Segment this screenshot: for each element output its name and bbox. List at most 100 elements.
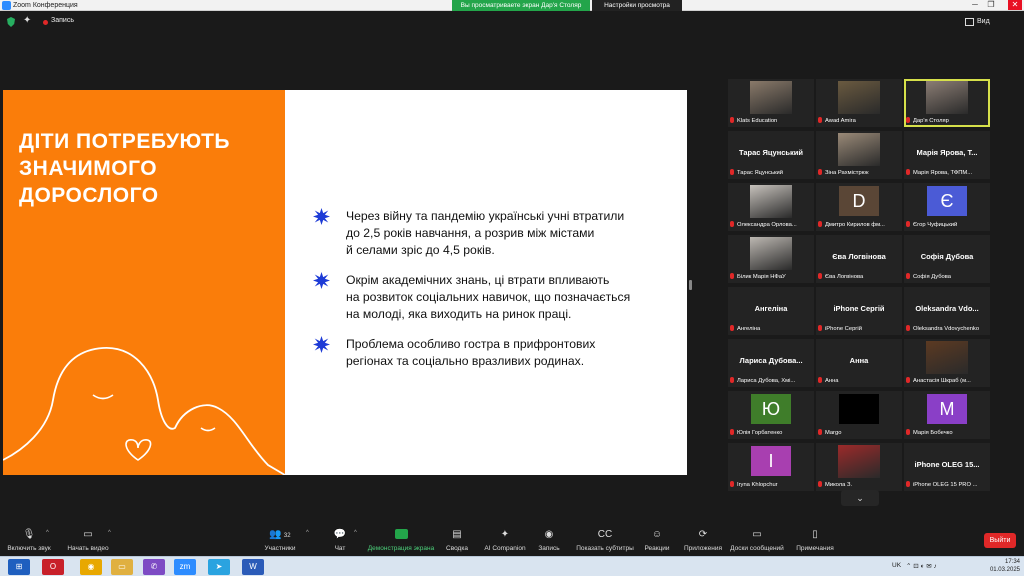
participant-tile[interactable]: Єва Логвінова Єва Логвінова: [816, 235, 902, 283]
reactions-button-label: Реакции: [644, 545, 670, 552]
summary-button[interactable]: ▤ Сводка: [442, 528, 472, 555]
participant-tile[interactable]: М Марія Бобечко: [904, 391, 990, 439]
security-shield-icon[interactable]: [7, 17, 15, 27]
viber-icon[interactable]: ✆: [143, 559, 165, 575]
participant-tile[interactable]: Микола З.: [816, 443, 902, 491]
participant-tile[interactable]: Ангеліна Ангеліна: [728, 287, 814, 335]
maximize-button[interactable]: ❐: [984, 0, 998, 10]
participant-caption-name: Klats Education: [737, 118, 778, 124]
telegram-icon[interactable]: ➤: [208, 559, 230, 575]
toolbar-caret-icon[interactable]: ^: [108, 530, 111, 536]
participant-caption: iPhone OLEG 15 PRO ...: [906, 481, 988, 489]
clock-date: 01.03.2025: [989, 567, 1020, 573]
participant-caption-name: Margo: [825, 430, 842, 436]
whiteboards-button[interactable]: ▭ Доски сообщений: [728, 528, 786, 555]
participant-caption-name: iPhone OLEG 15 PRO ...: [913, 482, 978, 488]
split-drag-handle[interactable]: [689, 280, 692, 290]
apps-button[interactable]: ⟳ Приложения: [682, 528, 724, 555]
participant-caption-name: Олександра Орлова...: [737, 222, 797, 228]
slide-bullet: Через війну та пандемію українські учні …: [313, 208, 683, 259]
participant-caption-name: Дмитро Кирилов фм...: [825, 222, 885, 228]
participant-caption: Зіна Рахмістрюк: [818, 169, 900, 177]
captions-button[interactable]: CC Показать субтитры: [574, 528, 636, 555]
muted-mic-icon: [906, 377, 910, 383]
start-button-icon[interactable]: ⊞: [8, 559, 30, 575]
slide-bullet-line: до 2,5 років навчання, а розрив між міст…: [346, 226, 595, 240]
toolbar-caret-icon[interactable]: ^: [354, 530, 357, 536]
participant-tile[interactable]: Марія Ярова, Т... Марія Ярова, ТФПМ...: [904, 131, 990, 179]
share-screen-button-label: Демонстрация экрана: [367, 545, 435, 552]
participant-display-name: Тарас Яцунський: [738, 148, 804, 157]
participant-display-name: Марія Ярова, Т...: [916, 148, 978, 157]
participant-avatar: М: [927, 394, 967, 424]
muted-mic-icon: [818, 377, 822, 383]
chrome-browser-icon[interactable]: ◉: [80, 559, 102, 575]
ai-sparkle-icon[interactable]: ✦: [23, 15, 31, 26]
participant-tile[interactable]: Ю Юлія Горбатенко: [728, 391, 814, 439]
participant-tile[interactable]: Є Єгор Чуфицький: [904, 183, 990, 231]
notes-icon: ▯: [812, 529, 818, 540]
shared-screen-slide: ДІТИ ПОТРЕБУЮТЬ ЗНАЧИМОГО ДОРОСЛОГО Чере…: [3, 90, 687, 475]
system-clock[interactable]: 17:34 01.03.2025: [984, 558, 1020, 574]
participant-tile[interactable]: iPhone OLEG 15... iPhone OLEG 15 PRO ...: [904, 443, 990, 491]
participant-caption-name: iPhone Сергій: [825, 326, 862, 332]
keyboard-language[interactable]: UK: [892, 562, 901, 569]
start-video-button[interactable]: ▭ Начать видео: [62, 528, 114, 555]
ai-companion-button[interactable]: ✦ AI Companion: [482, 528, 528, 555]
share-screen-button[interactable]: Демонстрация экрана: [366, 528, 436, 555]
blue-star-bullet-icon: [313, 208, 330, 225]
tray-icons[interactable]: ⌃ ⊡ ◐ ✉ ♪: [906, 562, 937, 570]
participant-tile[interactable]: Анастасія Шкраб (м...: [904, 339, 990, 387]
leave-meeting-button[interactable]: Выйти: [984, 533, 1016, 548]
participant-tile[interactable]: Klats Education: [728, 79, 814, 127]
word-icon[interactable]: W: [242, 559, 264, 575]
close-button[interactable]: ✕: [1008, 0, 1022, 10]
participant-display-name: Ангеліна: [754, 304, 788, 313]
participant-tile[interactable]: Margo: [816, 391, 902, 439]
participant-caption: Микола З.: [818, 481, 900, 489]
recording-label[interactable]: Запись: [51, 17, 74, 24]
muted-mic-icon: [906, 221, 910, 227]
participant-caption-name: Марія Бобечко: [913, 430, 953, 436]
window-title: Zoom Конференция: [13, 2, 78, 9]
share-screen-icon: [366, 528, 436, 542]
participant-tile[interactable]: Білик Марія НФаУ: [728, 235, 814, 283]
view-grid-icon[interactable]: [965, 18, 974, 26]
participant-tile[interactable]: iPhone Сергій iPhone Сергій: [816, 287, 902, 335]
participant-tile[interactable]: Дар'я Столяр: [904, 79, 990, 127]
participant-tile[interactable]: D Дмитро Кирилов фм...: [816, 183, 902, 231]
participant-tile[interactable]: Тарас Яцунський Тарас Яцунський: [728, 131, 814, 179]
toolbar-caret-icon[interactable]: ^: [306, 530, 309, 536]
gallery-next-page-button[interactable]: ⌄: [841, 490, 879, 506]
reactions-button[interactable]: ☺ Реакции: [640, 528, 674, 555]
participant-display-name: Софія Дубова: [920, 252, 974, 261]
participant-tile[interactable]: Зіна Рахмістрюк: [816, 131, 902, 179]
participant-tile[interactable]: Софія Дубова Софія Дубова: [904, 235, 990, 283]
view-options-button[interactable]: Настройки просмотра: [592, 0, 682, 11]
participant-caption: Oleksandra Vdovychenko: [906, 325, 988, 333]
participant-tile[interactable]: Oleksandra Vdo... Oleksandra Vdovychenko: [904, 287, 990, 335]
participant-count: 32: [283, 533, 291, 539]
participant-caption: Лариса Дубова, Хмі...: [730, 377, 812, 385]
participant-caption: Дмитро Кирилов фм...: [818, 221, 900, 229]
notes-button[interactable]: ▯ Примечания: [794, 528, 836, 555]
file-explorer-icon[interactable]: ▭: [111, 559, 133, 575]
slide-bullet-line: Проблема особливо гостра в прифронтових: [346, 337, 596, 351]
ai-companion-icon: ✦: [500, 529, 510, 540]
chat-button[interactable]: 💬 Чат: [328, 528, 352, 555]
minimize-button[interactable]: ─: [968, 0, 982, 10]
participant-tile[interactable]: Awad Amira: [816, 79, 902, 127]
participant-tile[interactable]: Лариса Дубова... Лариса Дубова, Хмі...: [728, 339, 814, 387]
zoom-app-icon: [2, 1, 11, 10]
participants-button[interactable]: 👥 32 Участники: [260, 528, 300, 555]
opera-browser-icon[interactable]: O: [42, 559, 64, 575]
participant-tile[interactable]: I Iryna Khlopchur: [728, 443, 814, 491]
toolbar-caret-icon[interactable]: ^: [46, 530, 49, 536]
participant-tile[interactable]: Олександра Орлова...: [728, 183, 814, 231]
record-button[interactable]: ◉ Запись: [534, 528, 564, 555]
view-button-label[interactable]: Вид: [977, 18, 990, 25]
clock-time: 17:34: [1004, 559, 1020, 565]
participant-tile[interactable]: Анна Анна: [816, 339, 902, 387]
record-button-label: Запись: [538, 545, 560, 552]
zoom-taskbar-icon[interactable]: zm: [174, 559, 196, 575]
